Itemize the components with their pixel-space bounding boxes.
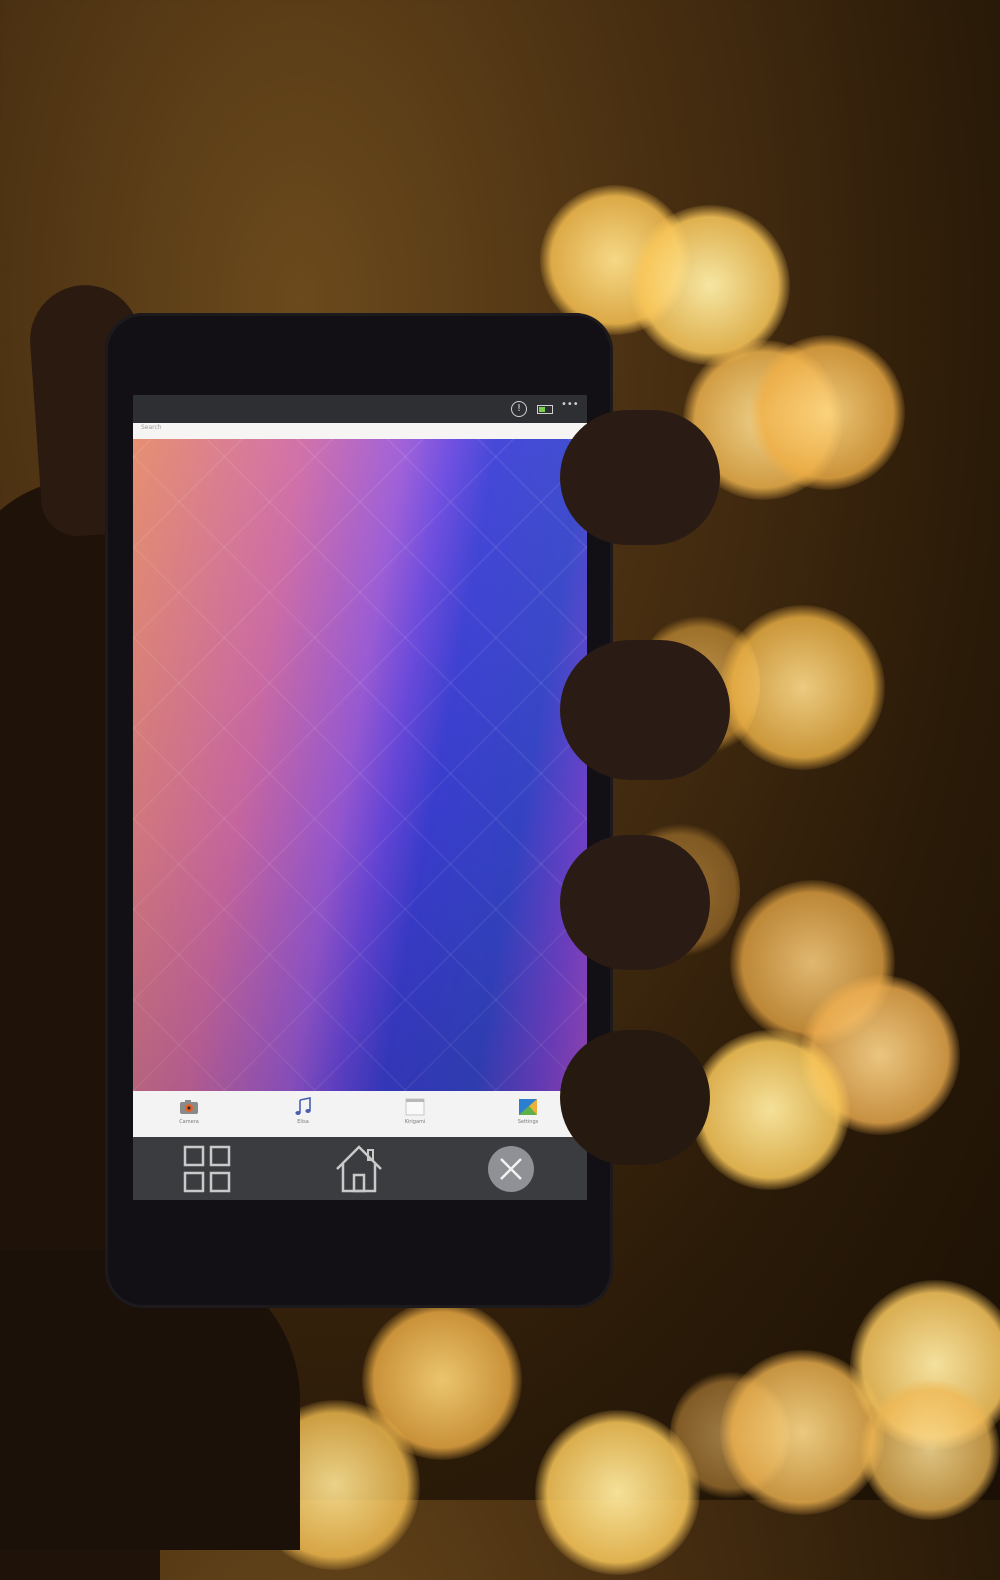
camera-icon: [180, 1100, 198, 1114]
wallpaper-shade: [133, 439, 587, 1091]
dock-item-label: Elisa: [297, 1119, 309, 1125]
dock-item-elisa[interactable]: Elisa: [263, 1095, 343, 1137]
dock-item-label: Settings: [517, 1119, 539, 1125]
wallpaper: [133, 439, 587, 1121]
bokeh-light: [670, 1370, 790, 1500]
bokeh-light: [630, 205, 790, 365]
smartphone: ! ••• Search Camera Elisa Kirigami Setti…: [105, 313, 613, 1308]
app-window-icon: [405, 1098, 425, 1116]
bokeh-light: [690, 1030, 850, 1190]
phone-screen: ! ••• Search Camera Elisa Kirigami Setti…: [133, 395, 587, 1200]
bokeh-light: [750, 335, 905, 490]
settings-icon: [519, 1099, 537, 1115]
search-input[interactable]: Search: [133, 423, 587, 440]
more-icon[interactable]: •••: [561, 399, 579, 410]
hand-finger: [560, 640, 730, 780]
battery-icon: [537, 405, 553, 414]
bokeh-light: [850, 1280, 1000, 1450]
hand-finger: [560, 835, 710, 970]
search-placeholder: Search: [141, 424, 162, 431]
navigation-bar: [133, 1137, 587, 1200]
hand-finger: [560, 1030, 710, 1165]
hand-finger: [560, 410, 720, 545]
dock-item-label: Camera: [179, 1119, 199, 1125]
bokeh-light: [860, 1380, 1000, 1520]
grid-icon[interactable]: [183, 1143, 235, 1195]
dock-item-settings[interactable]: Settings: [488, 1095, 568, 1137]
bokeh-light: [362, 1300, 522, 1460]
alert-icon[interactable]: !: [511, 401, 527, 417]
bokeh-light: [535, 1410, 700, 1575]
close-icon[interactable]: [485, 1143, 537, 1195]
bokeh-light: [730, 880, 895, 1045]
app-dock: Camera Elisa Kirigami Settings: [133, 1091, 587, 1137]
music-note-icon: [295, 1097, 311, 1115]
home-icon[interactable]: [333, 1143, 385, 1195]
dock-item-label: Kirigami: [404, 1119, 426, 1125]
dock-item-kirigami[interactable]: Kirigami: [375, 1095, 455, 1137]
status-bar: ! •••: [133, 395, 587, 423]
dock-item-camera[interactable]: Camera: [149, 1095, 229, 1137]
bokeh-light: [720, 1350, 885, 1515]
bokeh-light: [720, 605, 885, 770]
bokeh-light: [800, 975, 960, 1135]
